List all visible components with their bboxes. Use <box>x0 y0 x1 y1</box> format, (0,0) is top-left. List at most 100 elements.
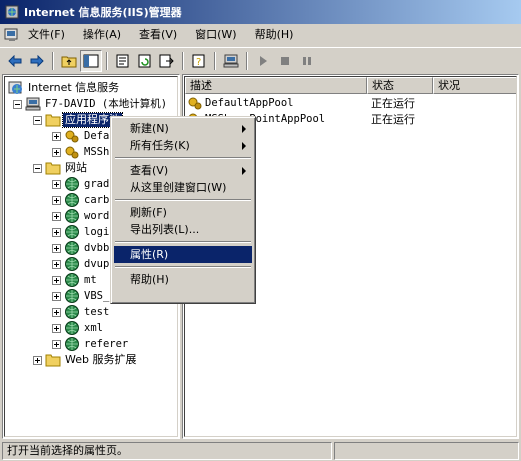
context-menu-item[interactable]: 所有任务(K) <box>114 137 252 154</box>
tree-item-app-pool[interactable]: MSSh <box>52 144 111 160</box>
tree-label: mt <box>84 274 97 286</box>
help-button[interactable]: ? <box>188 50 210 72</box>
tree-item-website[interactable]: mt <box>52 272 99 288</box>
website-globe-icon <box>65 273 79 287</box>
tree-label: MSSh <box>84 146 110 158</box>
expand-icon[interactable] <box>52 323 61 333</box>
tree-item-website[interactable]: grad <box>52 176 111 192</box>
up-folder-button[interactable] <box>58 50 80 72</box>
toolbar-separator <box>52 51 54 70</box>
start-button[interactable] <box>252 50 274 72</box>
column-header-description[interactable]: 描述 <box>185 77 367 94</box>
properties-button[interactable] <box>112 50 134 72</box>
tree-item-app-pools[interactable]: 应用程序池 <box>33 112 123 128</box>
computer-button[interactable] <box>220 50 242 72</box>
context-menu-item[interactable]: 导出列表(L)... <box>114 221 252 238</box>
show-tree-button[interactable] <box>80 49 102 72</box>
toolbar-separator <box>214 51 216 70</box>
toolbar-separator <box>246 51 248 70</box>
expand-icon[interactable] <box>52 291 61 301</box>
menu-bar: 文件(F) 操作(A) 查看(V) 窗口(W) 帮助(H) <box>0 24 521 46</box>
tree-item-website[interactable]: dvup <box>52 256 111 272</box>
tree-item-website[interactable]: carb <box>52 192 111 208</box>
context-menu-item[interactable]: 刷新(F) <box>114 204 252 221</box>
status-panel <box>334 442 519 460</box>
folder-icon <box>45 162 61 175</box>
website-globe-icon <box>65 241 79 255</box>
tree-item-website[interactable]: logi <box>52 224 111 240</box>
context-menu-item[interactable]: 属性(R) <box>114 246 252 263</box>
tree-label: VBS_ <box>84 290 110 302</box>
forward-button[interactable] <box>26 50 48 72</box>
iis-root-icon <box>8 81 22 94</box>
tree-item-web-service-extensions[interactable]: Web 服务扩展 <box>33 352 138 368</box>
collapse-icon[interactable] <box>13 99 22 109</box>
tree-item-website[interactable]: referer <box>52 336 130 352</box>
menu-help[interactable]: 帮助(H) <box>246 25 303 45</box>
expand-icon[interactable] <box>52 211 61 221</box>
context-menu-item[interactable]: 帮助(H) <box>114 271 252 288</box>
tree-label: carb <box>84 194 110 206</box>
menu-separator <box>114 238 252 246</box>
context-menu-item[interactable]: 从这里创建窗口(W) <box>114 179 252 196</box>
folder-icon <box>45 114 61 127</box>
tree-item-app-pool[interactable]: Defa <box>52 128 111 144</box>
context-menu-item-label: 新建(N) <box>130 122 169 135</box>
tree-item-website[interactable]: VBS_ <box>52 288 111 304</box>
title-bar: Internet 信息服务(IIS)管理器 <box>0 0 521 24</box>
properties-icon <box>116 54 129 67</box>
tree-label: logi <box>84 226 110 238</box>
list-header: 描述 状态 状况 <box>185 77 516 94</box>
menu-separator <box>114 196 252 204</box>
toolbar: ? <box>0 47 521 73</box>
expand-icon[interactable] <box>52 259 61 269</box>
column-header-state[interactable]: 状态 <box>367 77 433 94</box>
context-menu-item-label: 帮助(H) <box>130 273 169 286</box>
up-folder-icon <box>61 56 77 67</box>
expand-icon[interactable] <box>33 355 42 365</box>
website-globe-icon <box>65 257 79 271</box>
tree-label: Web 服务扩展 <box>65 353 137 366</box>
tree-item-websites[interactable]: 网站 <box>33 160 89 176</box>
tree-label: dvbb <box>84 242 110 254</box>
context-menu-item[interactable]: 新建(N) <box>114 120 252 137</box>
pause-button[interactable] <box>296 50 318 72</box>
menu-file[interactable]: 文件(F) <box>26 25 74 45</box>
expand-icon[interactable] <box>52 243 61 253</box>
expand-icon[interactable] <box>52 275 61 285</box>
expand-icon[interactable] <box>52 339 61 349</box>
menu-view[interactable]: 查看(V) <box>130 25 186 45</box>
expand-icon[interactable] <box>52 307 61 317</box>
tree-item-website[interactable]: test <box>52 304 111 320</box>
menu-action[interactable]: 操作(A) <box>74 25 130 45</box>
status-bar: 打开当前选择的属性页。 <box>0 441 521 461</box>
stop-button[interactable] <box>274 50 296 72</box>
submenu-arrow-icon <box>242 125 246 133</box>
refresh-button[interactable] <box>134 50 156 72</box>
expand-icon[interactable] <box>52 147 61 157</box>
back-button[interactable] <box>4 50 26 72</box>
expand-icon[interactable] <box>52 195 61 205</box>
column-header-status[interactable]: 状况 <box>433 77 516 94</box>
website-globe-icon <box>65 321 79 335</box>
expand-icon[interactable] <box>52 131 61 141</box>
tree-item-website[interactable]: xml <box>52 320 105 336</box>
tree-item-website[interactable]: dvbb <box>52 240 111 256</box>
list-row[interactable]: DefaultAppPool 正在运行 <box>187 95 415 111</box>
pool-status: 正在运行 <box>371 97 415 110</box>
menu-window[interactable]: 窗口(W) <box>186 25 245 45</box>
tree-item-computer[interactable]: F7-DAVID (本地计算机) <box>13 96 169 112</box>
context-menu-item-label: 所有任务(K) <box>130 139 190 152</box>
export-button[interactable] <box>156 50 178 72</box>
pool-name: DefaultAppPool <box>205 97 294 109</box>
expand-icon[interactable] <box>52 227 61 237</box>
mmc-system-icon[interactable] <box>4 27 20 43</box>
tree-item-website[interactable]: word <box>52 208 111 224</box>
context-menu-item[interactable]: 查看(V) <box>114 162 252 179</box>
help-icon: ? <box>192 54 205 68</box>
tree-item-iis-root[interactable]: Internet 信息服务 <box>8 80 121 96</box>
expand-icon[interactable] <box>52 179 61 189</box>
website-globe-icon <box>65 177 79 191</box>
collapse-icon[interactable] <box>33 115 42 125</box>
collapse-icon[interactable] <box>33 163 42 173</box>
